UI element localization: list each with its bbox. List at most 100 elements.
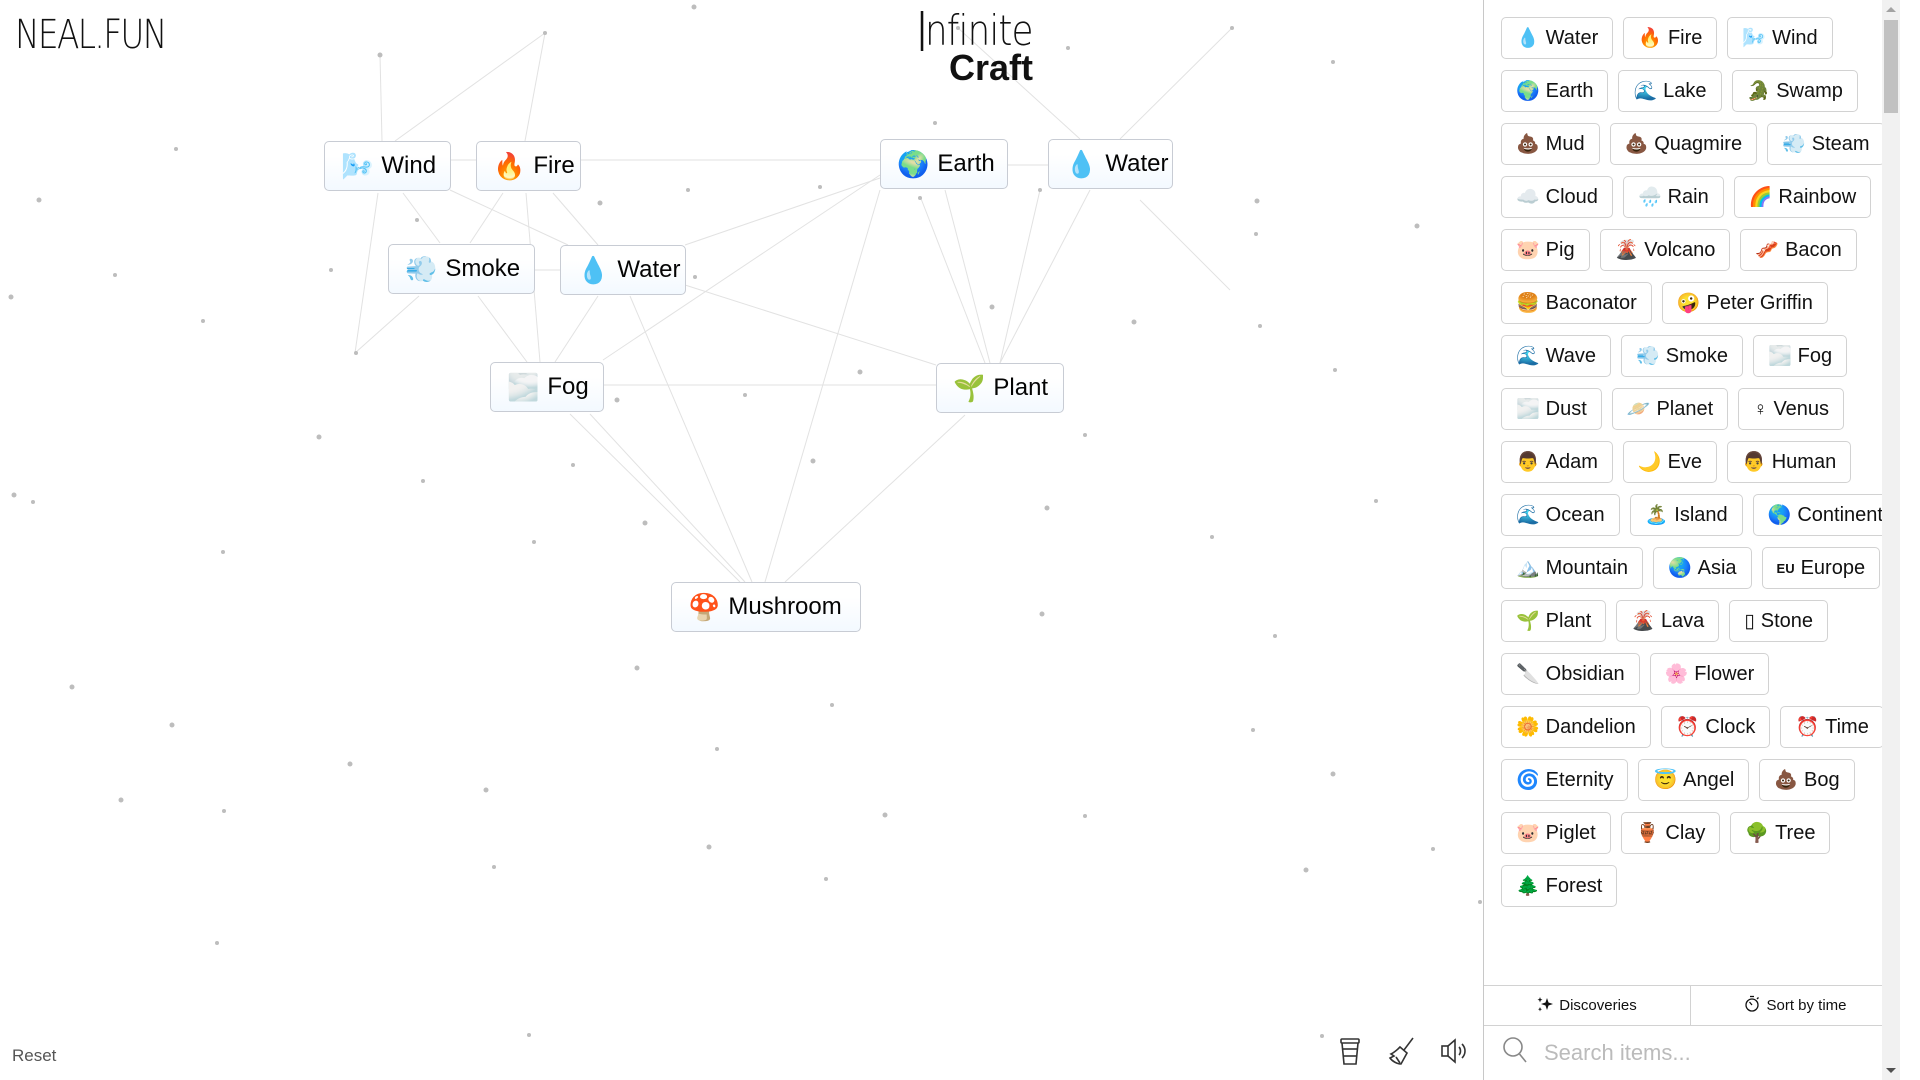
sidebar-item-eternity[interactable]: 🌀 Eternity — [1501, 759, 1629, 801]
canvas-item-water[interactable]: 💧 Water — [1048, 139, 1173, 189]
item-emoji-icon: ♀ — [1753, 398, 1768, 420]
sidebar-item-dandelion[interactable]: 🌼 Dandelion — [1501, 706, 1651, 748]
item-emoji-icon: 🌋 — [1614, 239, 1639, 261]
item-emoji-icon: 💧 — [1516, 27, 1540, 49]
items-list[interactable]: 💧 Water 🔥 Fire 🌬️ Wind 🌍 Earth 🌊 Lake 🐊 Swamp 💩 Mud 💩 Q… — [1484, 0, 1900, 985]
sidebar-item-time[interactable]: ⏰ Time — [1780, 706, 1884, 748]
item-label: Cloud — [1545, 185, 1598, 208]
sidebar-item-forest[interactable]: 🌲 Forest — [1501, 865, 1618, 907]
scrollbar-thumb[interactable] — [1884, 20, 1898, 113]
sidebar-item-flower[interactable]: 🌸 Flower — [1649, 653, 1770, 695]
sidebar-item-fog[interactable]: 🌫️ Fog — [1752, 335, 1848, 377]
sidebar-item-water[interactable]: 💧 Water — [1501, 17, 1614, 59]
water-drop-icon: 💧 — [577, 255, 610, 285]
sidebar-item-island[interactable]: 🏝️ Island — [1629, 494, 1743, 536]
item-label: Water — [1545, 26, 1599, 49]
canvas-item-fog[interactable]: 🌫️ Fog — [490, 362, 604, 412]
sidebar-item-volcano[interactable]: 🌋 Volcano — [1599, 229, 1731, 271]
sidebar-item-peter-griffin[interactable]: 🤪 Peter Griffin — [1661, 282, 1828, 324]
sidebar-item-lava[interactable]: 🌋 Lava — [1616, 600, 1720, 642]
scroll-up-arrow-icon[interactable] — [1886, 7, 1896, 12]
scroll-down-arrow-icon[interactable] — [1886, 1068, 1896, 1073]
sidebar-item-plant[interactable]: 🌱 Plant — [1501, 600, 1607, 642]
sidebar-item-angel[interactable]: 😇 Angel — [1638, 759, 1750, 801]
sidebar-item-obsidian[interactable]: 🔪 Obsidian — [1501, 653, 1640, 695]
canvas-item-mushroom[interactable]: 🍄 Mushroom — [671, 582, 861, 632]
sidebar-scrollbar[interactable] — [1882, 0, 1900, 1080]
item-emoji-icon: 💨 — [1636, 345, 1660, 367]
sidebar-item-asia[interactable]: 🌏 Asia — [1652, 547, 1752, 589]
sidebar-item-swamp[interactable]: 🐊 Swamp — [1731, 70, 1858, 112]
background-dot — [31, 500, 35, 504]
background-dot — [1230, 26, 1234, 30]
sidebar-item-human[interactable]: 👨 Human — [1727, 441, 1852, 483]
sidebar-item-rainbow[interactable]: 🌈 Rainbow — [1733, 176, 1872, 218]
sidebar-item-planet[interactable]: 🪐 Planet — [1611, 388, 1729, 430]
sidebar-item-fire[interactable]: 🔥 Fire — [1623, 17, 1718, 59]
item-label: Mountain — [1545, 556, 1628, 579]
sidebar-item-piglet[interactable]: 🐷 Piglet — [1501, 812, 1611, 854]
sidebar-item-dust[interactable]: 🌫️ Dust — [1501, 388, 1602, 430]
canvas-item-water[interactable]: 💧 Water — [560, 245, 686, 295]
canvas-item-plant[interactable]: 🌱 Plant — [936, 363, 1064, 413]
search-input[interactable] — [1542, 1038, 1846, 1067]
sidebar-item-tree[interactable]: 🌳 Tree — [1730, 812, 1831, 854]
neal-fun-logo[interactable]: NEAL.FUN — [15, 12, 167, 58]
sidebar-item-clock[interactable]: ⏰ Clock — [1660, 706, 1771, 748]
sidebar-item-smoke[interactable]: 💨 Smoke — [1621, 335, 1743, 377]
sidebar-item-bacon[interactable]: 🥓 Bacon — [1740, 229, 1857, 271]
sidebar-item-pig[interactable]: 🐷 Pig — [1501, 229, 1590, 271]
reset-button[interactable]: Reset — [12, 1046, 56, 1066]
sidebar-item-clay[interactable]: 🏺 Clay — [1620, 812, 1721, 854]
canvas-item-smoke[interactable]: 💨 Smoke — [388, 244, 535, 294]
sidebar-item-steam[interactable]: 💨 Steam — [1767, 123, 1885, 165]
sidebar-item-continent[interactable]: 🌎 Continent — [1752, 494, 1898, 536]
sidebar-item-mud[interactable]: 💩 Mud — [1501, 123, 1600, 165]
connection-line — [999, 189, 1041, 364]
sidebar-item-europe[interactable]: EU Europe — [1761, 547, 1881, 589]
sidebar-item-ocean[interactable]: 🌊 Ocean — [1501, 494, 1620, 536]
sidebar-item-quagmire[interactable]: 💩 Quagmire — [1609, 123, 1758, 165]
background-dot — [221, 550, 225, 554]
item-emoji-icon: 🌊 — [1633, 80, 1658, 102]
fog-icon: 🌫️ — [507, 372, 540, 402]
canvas-item-earth[interactable]: 🌍 Earth — [880, 139, 1008, 189]
background-dot — [743, 393, 747, 397]
sidebar-item-venus[interactable]: ♀ Venus — [1738, 388, 1845, 430]
sidebar-item-wave[interactable]: 🌊 Wave — [1501, 335, 1612, 377]
broom-icon[interactable] — [1387, 1036, 1417, 1066]
background-dot — [36, 197, 42, 203]
sidebar-item-stone[interactable]: ▯ Stone — [1729, 600, 1829, 642]
sidebar-item-lake[interactable]: 🌊 Lake — [1618, 70, 1722, 112]
background-dot — [1039, 611, 1045, 617]
background-dot — [634, 665, 640, 671]
item-label: Peter Griffin — [1706, 291, 1813, 314]
sort-by-time-button[interactable]: Sort by time — [1691, 986, 1900, 1025]
connection-lines — [8, 4, 1482, 1038]
sidebar-tabs: Discoveries Sort by time — [1484, 985, 1900, 1026]
item-label: Bacon — [1785, 238, 1842, 261]
background-dot — [1083, 433, 1087, 437]
background-dot — [715, 747, 719, 751]
canvas-toolbar — [1335, 1036, 1469, 1066]
sparkles-icon — [1537, 996, 1554, 1016]
background-dot — [1333, 368, 1337, 372]
sidebar-item-rain[interactable]: 🌧️ Rain — [1622, 176, 1724, 218]
crafting-canvas[interactable]: NEAL.FUN nfinite Craft 🌬️ Wind 🔥 Fire 💨 … — [0, 0, 1483, 1080]
background-dot — [830, 703, 834, 707]
item-label: Earth — [937, 150, 995, 177]
speaker-icon[interactable] — [1439, 1036, 1469, 1066]
sidebar-item-eve[interactable]: 🌙 Eve — [1622, 441, 1718, 483]
sidebar-item-cloud[interactable]: ☁️ Cloud — [1501, 176, 1613, 218]
sidebar-item-adam[interactable]: 👨 Adam — [1501, 441, 1613, 483]
discoveries-button[interactable]: Discoveries — [1484, 986, 1691, 1025]
canvas-item-fire[interactable]: 🔥 Fire — [476, 141, 581, 191]
sidebar-item-mountain[interactable]: 🏔️ Mountain — [1501, 547, 1643, 589]
sidebar-item-wind[interactable]: 🌬️ Wind — [1727, 17, 1833, 59]
coffee-cup-icon[interactable] — [1335, 1036, 1365, 1066]
canvas-item-wind[interactable]: 🌬️ Wind — [324, 141, 451, 191]
connection-line — [449, 189, 569, 246]
sidebar-item-bog[interactable]: 💩 Bog — [1759, 759, 1855, 801]
sidebar-item-baconator[interactable]: 🍔 Baconator — [1501, 282, 1652, 324]
sidebar-item-earth[interactable]: 🌍 Earth — [1501, 70, 1609, 112]
